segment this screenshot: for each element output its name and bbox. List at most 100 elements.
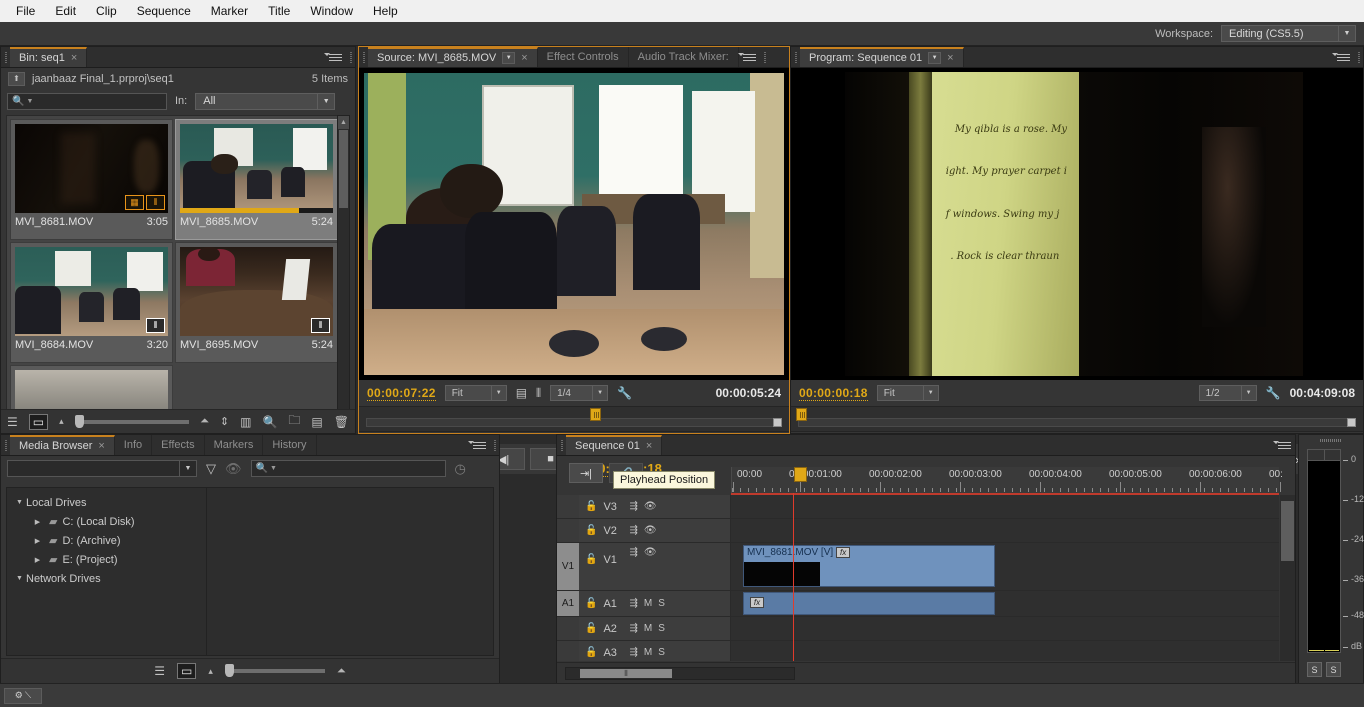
bin-search-input[interactable]: 🔍 ▼	[7, 92, 167, 110]
program-scrub-track[interactable]	[791, 406, 1363, 432]
track-header-v2[interactable]: 🔓 V2 ⇶ 👁	[579, 519, 731, 542]
timeline-vscroll-thumb[interactable]	[1281, 501, 1294, 561]
program-playhead[interactable]	[796, 408, 807, 421]
hover-scrub-bar[interactable]	[180, 208, 333, 213]
panel-menu-icon[interactable]	[323, 47, 346, 67]
scroll-up-icon[interactable]: ▲	[338, 116, 349, 129]
workspace-selector[interactable]: Editing (CS5.5) ▼	[1221, 25, 1356, 42]
program-fit-selector[interactable]: Fit ▼	[876, 385, 939, 401]
zoom-in-icon[interactable]: ⏶	[200, 415, 209, 428]
sync-lock-icon[interactable]: ⇶	[629, 525, 637, 536]
bin-item-0[interactable]: ▦ ⫴ MVI_8681.MOV 3:05	[10, 119, 173, 240]
sync-lock-icon[interactable]: ⇶	[629, 623, 637, 634]
program-scrub-rail[interactable]	[798, 418, 1356, 427]
filter-funnel-icon[interactable]: ▽	[206, 461, 216, 477]
panel-grip-right-icon[interactable]	[346, 47, 355, 67]
chevron-down-icon[interactable]: ▼	[13, 575, 26, 582]
meter-clip-indicators[interactable]	[1307, 449, 1341, 460]
tree-item-local-drives[interactable]: ▼ Local Drives	[7, 493, 206, 512]
tab-info[interactable]: Info	[114, 435, 153, 455]
menu-item-edit[interactable]: Edit	[45, 1, 86, 21]
sync-lock-icon[interactable]: ⇶	[629, 501, 637, 512]
close-icon[interactable]: ×	[947, 52, 953, 64]
thumbnail-size-slider[interactable]	[224, 664, 325, 677]
lock-icon[interactable]: 🔓	[585, 647, 597, 658]
zoom-out-icon[interactable]: ▴	[208, 666, 213, 677]
lock-icon[interactable]: 🔓	[585, 623, 597, 634]
tab-audio-track-mixer[interactable]: Audio Track Mixer:	[628, 47, 739, 67]
eye-icon[interactable]: 👁	[225, 461, 242, 477]
panel-grip-icon[interactable]	[557, 435, 566, 455]
timeline-playhead-marker[interactable]	[794, 467, 807, 482]
mute-icon[interactable]: M	[644, 598, 652, 609]
menu-item-sequence[interactable]: Sequence	[127, 1, 201, 21]
chevron-down-icon[interactable]: ▼	[13, 499, 26, 506]
panel-grip-icon[interactable]	[359, 47, 368, 67]
track-header-a1[interactable]: 🔓 A1 ⇶ M S	[579, 591, 731, 616]
thumbnail-size-slider[interactable]	[74, 414, 190, 428]
menu-item-file[interactable]: File	[6, 1, 45, 21]
chevron-right-icon[interactable]: ▶	[31, 518, 44, 526]
tree-item-drive-c[interactable]: ▶ ▰ C: (Local Disk)	[7, 512, 206, 531]
panel-grip-right-icon[interactable]	[760, 47, 770, 67]
tab-markers[interactable]: Markers	[204, 435, 264, 455]
tree-item-drive-d[interactable]: ▶ ▰ D: (Archive)	[7, 531, 206, 550]
track-lane-a3[interactable]	[731, 641, 1279, 661]
menu-item-marker[interactable]: Marker	[201, 1, 258, 21]
sync-lock-icon[interactable]: ⇶	[629, 647, 637, 658]
panel-menu-icon[interactable]	[1272, 435, 1295, 455]
track-lane-v1[interactable]: MVI_8681.MOV [V] fx	[731, 543, 1279, 590]
wrench-icon[interactable]: 🔧	[1266, 386, 1281, 400]
program-monitor-image[interactable]: My qibla is a rose. My ight. My prayer c…	[791, 68, 1363, 380]
panel-grip-right-icon[interactable]	[490, 435, 499, 455]
tab-history[interactable]: History	[263, 435, 317, 455]
new-bin-icon[interactable]: 🗀	[288, 411, 300, 432]
snap-toggle-icon[interactable]: ⇥|	[569, 463, 603, 483]
source-monitor-image[interactable]	[359, 68, 789, 380]
timeline-clip-audio[interactable]: fx	[743, 592, 995, 615]
source-quality-selector[interactable]: 1/4 ▼	[550, 385, 609, 401]
close-icon[interactable]: ×	[98, 440, 104, 452]
bin-scrollbar[interactable]: ▲	[337, 115, 350, 425]
meters-grip-icon[interactable]	[1299, 435, 1363, 445]
chevron-down-icon[interactable]: ▼	[502, 52, 516, 64]
chevron-right-icon[interactable]: ▶	[31, 556, 44, 564]
track-lane-v2[interactable]	[731, 519, 1279, 542]
find-icon[interactable]: 🔍	[262, 415, 277, 429]
tab-bin-seq1[interactable]: Bin: seq1 ×	[10, 47, 88, 67]
timeline-horizontal-scrollbar[interactable]: ⦀	[565, 667, 795, 680]
source-scrub-rail[interactable]	[366, 418, 782, 427]
solo-icon[interactable]: S	[658, 647, 665, 658]
panel-menu-icon[interactable]	[1331, 47, 1354, 67]
panel-grip-right-icon[interactable]	[1354, 47, 1363, 67]
tree-item-drive-e[interactable]: ▶ ▰ E: (Project)	[7, 550, 206, 569]
menu-item-clip[interactable]: Clip	[86, 1, 127, 21]
source-playhead[interactable]	[590, 408, 601, 421]
source-scrub-track[interactable]	[359, 406, 789, 432]
menu-item-window[interactable]: Window	[300, 1, 363, 21]
program-quality-selector[interactable]: 1/2 ▼	[1198, 385, 1257, 401]
bin-item-1[interactable]: MVI_8685.MOV 5:24	[175, 119, 338, 240]
track-lane-a2[interactable]	[731, 617, 1279, 640]
eye-icon[interactable]: 👁	[644, 501, 657, 512]
track-target-v3[interactable]	[557, 495, 579, 518]
panel-grip-icon[interactable]	[1, 435, 10, 455]
track-target-v1[interactable]: V1	[557, 543, 579, 590]
tab-sequence-01[interactable]: Sequence 01 ×	[566, 435, 663, 455]
timeline-clip-video[interactable]: MVI_8681.MOV [V] fx	[743, 545, 995, 587]
sync-lock-icon[interactable]: ⇶	[629, 598, 637, 609]
lock-icon[interactable]: 🔓	[585, 525, 597, 536]
panel-grip-icon[interactable]	[791, 47, 800, 67]
list-view-icon[interactable]: ☰	[154, 664, 165, 678]
timeline-vertical-scrollbar[interactable]	[1280, 495, 1295, 661]
chevron-down-icon[interactable]: ▼	[928, 52, 942, 64]
settings-filmstrip-icon[interactable]: ▤	[516, 386, 527, 400]
track-header-v3[interactable]: 🔓 V3 ⇶ 👁	[579, 495, 731, 518]
panel-menu-icon[interactable]	[738, 47, 761, 67]
solo-icon[interactable]: S	[658, 623, 665, 634]
icon-view-icon[interactable]: ▭	[28, 413, 49, 430]
new-item-icon[interactable]: ▤	[311, 415, 322, 429]
panel-grip-icon[interactable]	[1, 47, 10, 67]
tab-media-browser[interactable]: Media Browser ×	[10, 435, 115, 455]
chevron-right-icon[interactable]: ▶	[31, 537, 44, 545]
